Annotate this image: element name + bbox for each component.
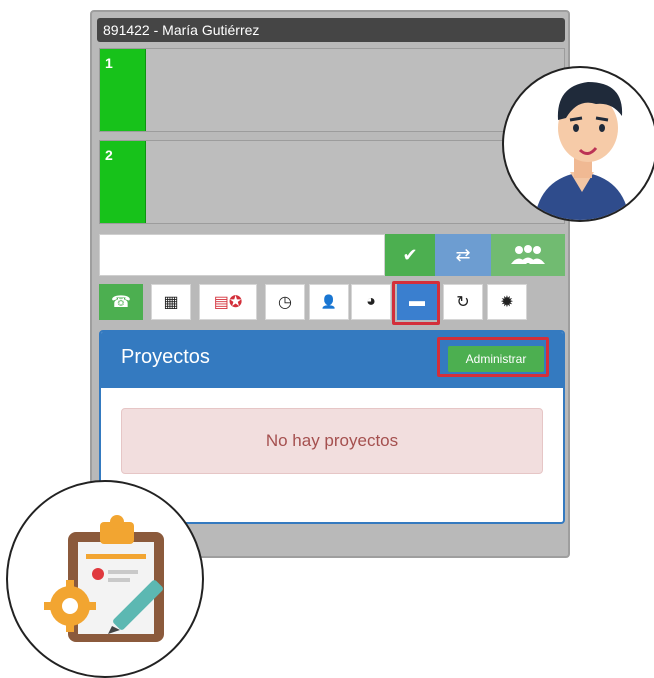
agent-title-bar: 891422 - María Gutiérrez <box>97 18 565 42</box>
dial-input[interactable] <box>99 234 385 276</box>
line-slot-2[interactable]: 2 <box>99 140 565 224</box>
toolbar-chat[interactable]: ▬ <box>397 284 437 320</box>
user-icon: 👤 <box>320 294 338 309</box>
toolbar-refresh[interactable]: ↻ <box>443 284 483 320</box>
projects-title: Proyectos <box>121 346 210 368</box>
line-slot-1[interactable]: 1 <box>99 48 565 132</box>
clipboard-gear-icon <box>44 515 164 642</box>
line-1-tab[interactable]: 1 <box>100 49 146 131</box>
man-avatar-icon <box>534 82 630 220</box>
action-row: ✔ ⇄ <box>99 234 565 276</box>
gear-icon: ✹ <box>500 294 514 311</box>
transfer-arrows-icon: ⇄ <box>455 244 471 265</box>
administrar-button[interactable]: Administrar <box>448 346 544 372</box>
clock-icon: ◷ <box>278 294 292 311</box>
projects-panel: Proyectos Administrar No hay proyectos <box>99 330 565 524</box>
toolbar-web[interactable]: ◕ <box>351 284 391 320</box>
agent-title: 891422 - María Gutiérrez <box>103 22 260 38</box>
confirm-button[interactable]: ✔ <box>385 234 435 276</box>
toolbar-phone[interactable]: ☎ <box>99 284 143 320</box>
empty-projects-message: No hay proyectos <box>265 431 399 450</box>
toolbar-settings[interactable]: ✹ <box>487 284 527 320</box>
toolbar-keypad[interactable]: ▦ <box>151 284 191 320</box>
toolbar-calendar[interactable]: ▤✪ <box>199 284 257 320</box>
conference-button[interactable] <box>491 234 565 276</box>
toolbar-history[interactable]: ◷ <box>265 284 305 320</box>
projects-header: Proyectos Administrar <box>101 332 563 388</box>
phone-icon: ☎ <box>111 294 131 311</box>
agent-avatar-illustration <box>502 66 654 222</box>
globe-icon: ◕ <box>366 293 376 310</box>
refresh-icon: ↻ <box>456 294 470 311</box>
transfer-button[interactable]: ⇄ <box>435 234 491 276</box>
toolbar-contacts[interactable]: 👤 <box>309 284 349 320</box>
keypad-icon: ▦ <box>163 294 179 311</box>
line-2-number: 2 <box>105 147 113 163</box>
line-2-tab[interactable]: 2 <box>100 141 146 223</box>
chat-icon: ▬ <box>409 293 425 310</box>
line-1-number: 1 <box>105 55 113 71</box>
empty-projects-alert: No hay proyectos <box>121 408 543 474</box>
clipboard-illustration <box>6 480 204 678</box>
check-icon: ✔ <box>402 244 418 265</box>
calendar-star-icon: ▤✪ <box>213 294 243 311</box>
group-icon <box>511 245 545 264</box>
